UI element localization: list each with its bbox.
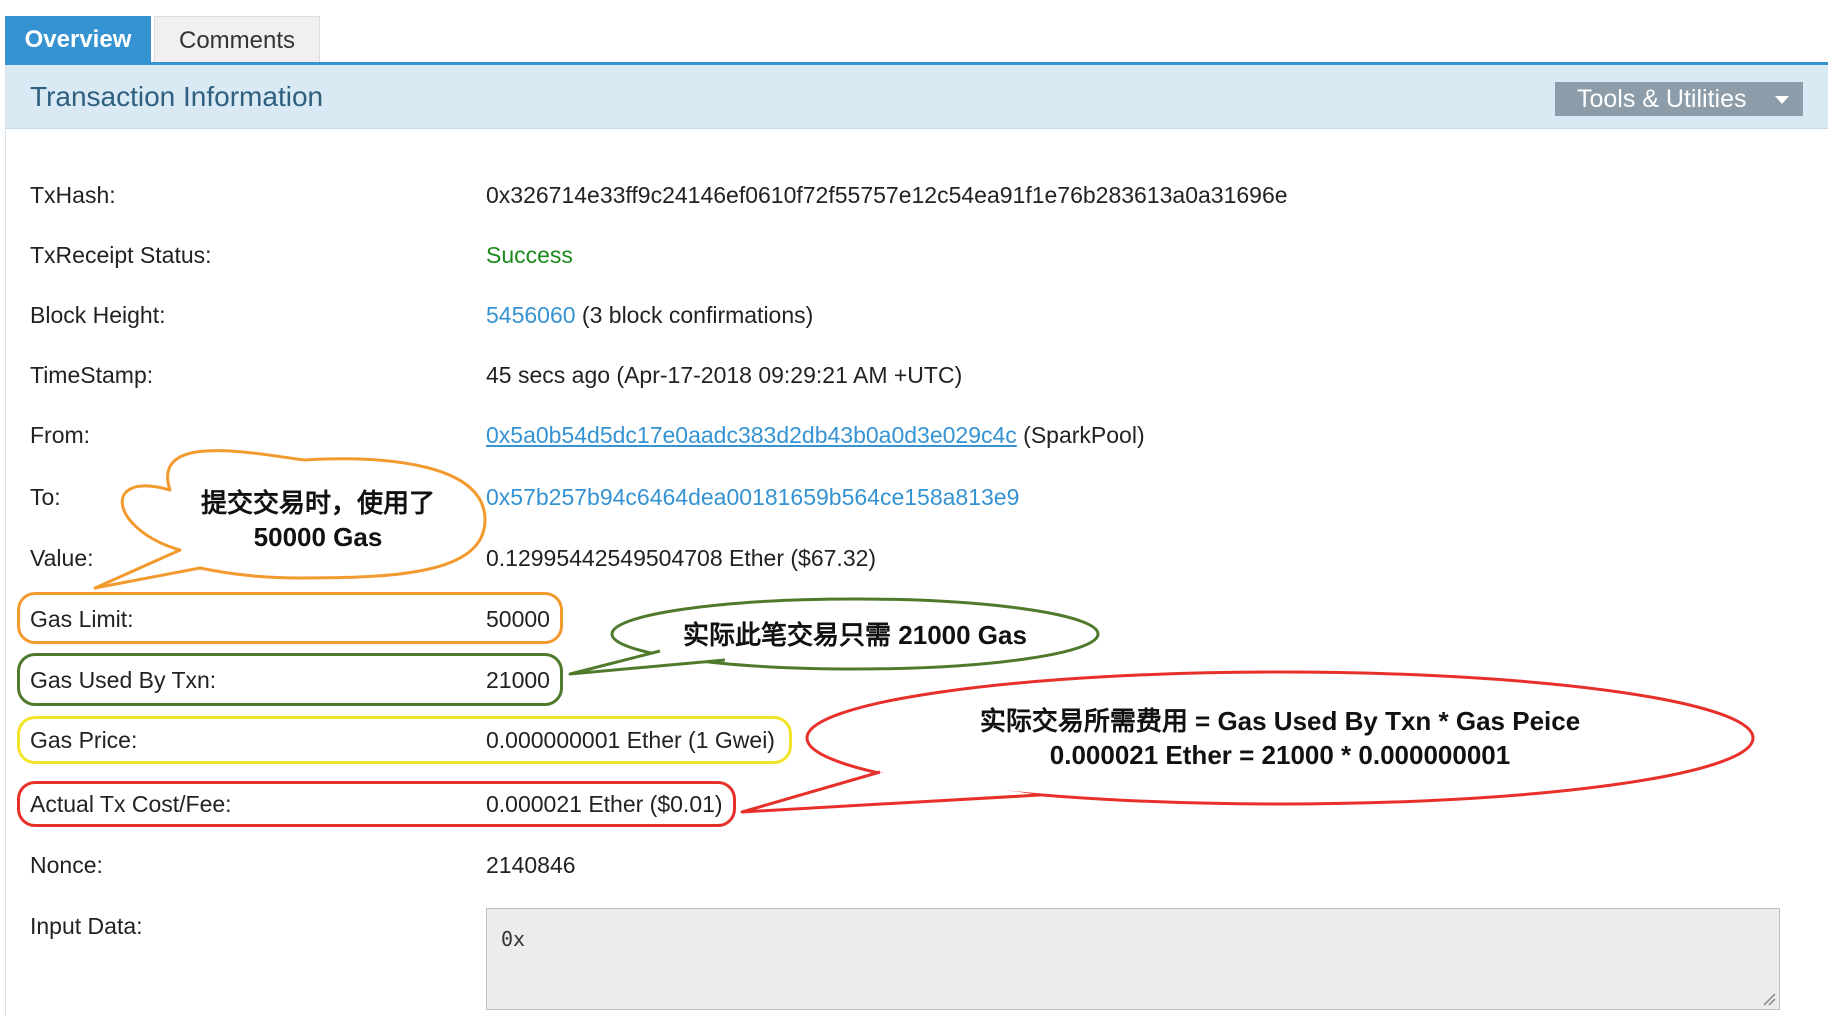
block-height-label: Block Height: [30,302,166,328]
gas-used-value: 21000 [486,667,550,693]
input-data-label: Input Data: [30,913,143,939]
timestamp-label: TimeStamp: [30,362,154,388]
status-value: Success [486,242,573,268]
value-label: Value: [30,545,94,571]
tab-bar: Overview Comments [0,0,1828,65]
red-callout-text: 实际交易所需费用 = Gas Used By Txn * Gas Peice 0… [880,704,1680,772]
to-address-link[interactable]: 0x57b257b94c6464dea00181659b564ce158a813… [486,484,1019,510]
value-amount: 0.12995442549504708 Ether ($67.32) [486,545,877,571]
nonce-value: 2140846 [486,852,576,878]
orange-callout-line2: 50000 Gas [253,522,383,552]
to-label: To: [30,484,61,510]
red-callout-line2: 0.000021 Ether = 21000 * 0.000000001 [1049,740,1511,770]
tx-fee-value: 0.000021 Ether ($0.01) [486,791,723,817]
from-name: (SparkPool) [1016,422,1145,448]
block-height-value: 5456060 (3 block confirmations) [486,301,813,329]
timestamp-value: 45 secs ago (Apr-17-2018 09:29:21 AM +UT… [486,362,963,388]
tab-overview[interactable]: Overview [5,16,151,64]
resize-grip-icon[interactable] [1762,992,1776,1006]
tx-fee-label: Actual Tx Cost/Fee: [30,791,232,817]
orange-callout-line1: 提交交易时，使用了 [200,488,435,518]
gas-price-label: Gas Price: [30,727,138,753]
input-data-textarea[interactable]: 0x [486,908,1780,1010]
from-address-link[interactable]: 0x5a0b54d5dc17e0aadc383d2db43b0a0d3e029c… [486,422,1017,448]
to-value: 0x57b257b94c6464dea00181659b564ce158a813… [486,483,1019,511]
nonce-label: Nonce: [30,852,103,878]
gas-limit-label: Gas Limit: [30,606,134,632]
red-callout-line1: 实际交易所需费用 = Gas Used By Txn * Gas Peice [979,706,1581,736]
gas-limit-value: 50000 [486,606,550,632]
green-callout-text: 实际此笔交易只需 21000 Gas [683,620,1027,650]
tab-comments[interactable]: Comments [154,16,320,64]
txhash-label: TxHash: [30,182,116,208]
caret-down-icon [1775,96,1789,104]
panel-header: Transaction Information Tools & Utilitie… [6,65,1828,129]
panel-title: Transaction Information [30,81,324,112]
tools-utilities-dropdown[interactable]: Tools & Utilities [1555,82,1803,116]
gas-used-label: Gas Used By Txn: [30,667,217,693]
input-data-value: 0x [501,927,526,951]
status-label: TxReceipt Status: [30,242,212,268]
orange-callout-text: 提交交易时，使用了 50000 Gas [158,486,478,554]
block-confirmations: (3 block confirmations) [575,302,814,328]
block-number-link[interactable]: 5456060 [486,302,576,328]
from-value: 0x5a0b54d5dc17e0aadc383d2db43b0a0d3e029c… [486,421,1145,449]
gas-price-value: 0.000000001 Ether (1 Gwei) [486,727,775,753]
from-label: From: [30,422,91,448]
txhash-value: 0x326714e33ff9c24146ef0610f72f55757e12c5… [486,182,1288,208]
tools-utilities-label: Tools & Utilities [1577,85,1747,113]
